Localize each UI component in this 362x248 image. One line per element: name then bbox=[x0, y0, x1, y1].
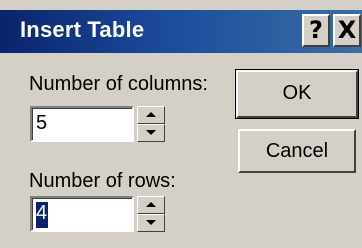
columns-spinner[interactable] bbox=[137, 106, 165, 142]
rows-field[interactable] bbox=[30, 196, 134, 232]
rows-decrement-button[interactable] bbox=[137, 214, 165, 232]
rows-label: Number of rows: bbox=[29, 170, 176, 192]
spin-up-arrow-icon bbox=[146, 202, 156, 207]
spin-down-arrow-icon bbox=[146, 220, 156, 225]
help-button[interactable]: ? bbox=[302, 14, 330, 47]
columns-label: Number of columns: bbox=[29, 73, 208, 95]
rows-input[interactable] bbox=[32, 198, 106, 228]
spin-up-arrow-icon bbox=[146, 112, 156, 117]
columns-field[interactable] bbox=[30, 106, 134, 142]
dialog-title: Insert Table bbox=[20, 17, 145, 42]
spin-down-arrow-icon bbox=[146, 130, 156, 135]
rows-spinner[interactable] bbox=[137, 196, 165, 232]
cancel-button[interactable]: Cancel bbox=[238, 129, 356, 173]
ok-button[interactable]: OK bbox=[235, 69, 359, 119]
columns-decrement-button[interactable] bbox=[137, 124, 165, 142]
question-mark-icon: ? bbox=[309, 16, 323, 44]
close-icon: X bbox=[337, 16, 357, 44]
insert-table-dialog: Insert Table ? X Number of columns: Numb… bbox=[0, 0, 362, 248]
columns-input[interactable] bbox=[32, 108, 106, 138]
title-bar[interactable]: Insert Table ? X bbox=[0, 10, 362, 53]
columns-increment-button[interactable] bbox=[137, 106, 165, 124]
rows-increment-button[interactable] bbox=[137, 196, 165, 214]
close-button[interactable]: X bbox=[333, 14, 361, 47]
